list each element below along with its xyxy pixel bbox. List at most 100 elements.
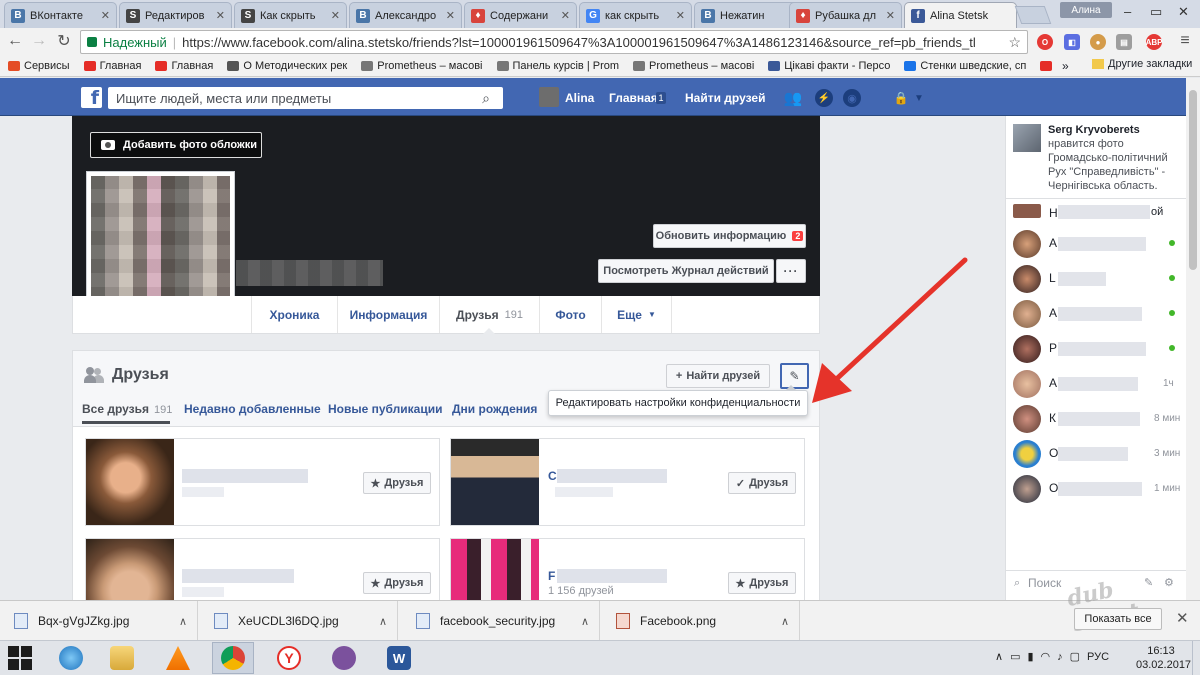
chat-contact[interactable]: Н ой	[1006, 202, 1186, 224]
avatar[interactable]	[1013, 124, 1041, 152]
taskbar-viber[interactable]	[323, 642, 365, 674]
friend-name-initial[interactable]: F	[548, 569, 555, 583]
taskbar-word[interactable]: W	[378, 642, 420, 674]
close-icon[interactable]: ✕	[216, 9, 225, 22]
download-item[interactable]: facebook_security.jpg ∧	[402, 601, 600, 641]
close-icon[interactable]: ✕	[561, 9, 570, 22]
browser-tab[interactable]: G как скрыть ✕	[579, 2, 692, 28]
bookmark-item[interactable]: О Методических рек	[227, 60, 347, 72]
taskbar-ie[interactable]	[50, 642, 92, 674]
forward-arrow-icon[interactable]: →	[30, 32, 48, 50]
chevron-up-icon[interactable]: ∧	[179, 615, 187, 628]
wifi-icon[interactable]: ◠	[1041, 650, 1051, 663]
friends-status-button[interactable]: ★ Друзья	[363, 472, 431, 494]
window-user-badge[interactable]: Алина	[1060, 2, 1112, 18]
tab-about[interactable]: Информация	[337, 296, 439, 333]
reload-icon[interactable]: ↻	[55, 32, 73, 50]
ticker-story[interactable]: Serg Kryvoberets нравится фото Громадськ…	[1048, 123, 1178, 193]
add-cover-photo-button[interactable]: Добавить фото обложки	[90, 132, 262, 158]
activity-log-button[interactable]: Посмотреть Журнал действий	[598, 259, 774, 283]
bookmark-item[interactable]	[1040, 61, 1053, 71]
tab-birthdays[interactable]: Дни рождения	[452, 402, 537, 416]
messenger-icon[interactable]: ⚡	[815, 89, 833, 107]
tab-recently-added[interactable]: Недавно добавленные	[184, 402, 321, 416]
tab-photos[interactable]: Фото	[539, 296, 601, 333]
friend-photo[interactable]	[86, 439, 174, 525]
privacy-shortcuts-icon[interactable]: 🔒	[892, 89, 910, 107]
browser-tab[interactable]: S Как скрыть ✕	[234, 2, 347, 28]
friends-status-button[interactable]: ★ Друзья	[728, 572, 796, 594]
bookmark-item[interactable]: Prometheus – масові	[361, 60, 483, 72]
search-icon[interactable]: ⌕	[472, 88, 500, 108]
bookmark-item[interactable]: Главная	[155, 60, 213, 72]
volume-icon[interactable]: ♪	[1057, 651, 1063, 663]
friend-name-initial[interactable]: С	[548, 469, 557, 483]
minimize-icon[interactable]: –	[1124, 4, 1131, 19]
bookmarks-more-button[interactable]: »	[1062, 59, 1069, 73]
taskbar-chrome[interactable]	[212, 642, 254, 674]
chevron-up-icon[interactable]: ∧	[995, 650, 1003, 663]
find-friends-link[interactable]: Найти друзей	[685, 91, 765, 105]
extension-icon[interactable]: ◧	[1064, 34, 1080, 50]
chevron-down-icon[interactable]: ▼	[910, 89, 928, 107]
browser-tab[interactable]: ♦ Содержани ✕	[464, 2, 577, 28]
browser-tab[interactable]: ♦ Рубашка дл ✕	[789, 2, 902, 28]
adblock-icon[interactable]: ABP	[1146, 34, 1162, 50]
cookie-icon[interactable]: ●	[1090, 34, 1106, 50]
chat-contact[interactable]: К 8 мин	[1006, 401, 1186, 435]
find-friends-button[interactable]: + Найти друзей	[666, 364, 770, 388]
close-icon[interactable]: ✕	[1176, 609, 1189, 627]
close-icon[interactable]: ✕	[101, 9, 110, 22]
download-item[interactable]: Facebook.png ∧	[602, 601, 800, 641]
page-scrollbar-thumb[interactable]	[1189, 90, 1197, 270]
taskbar-explorer[interactable]	[101, 642, 143, 674]
tab-all-friends[interactable]: Все друзья 191	[82, 402, 172, 416]
bookmark-star-icon[interactable]: ☆	[1008, 34, 1021, 51]
chevron-up-icon[interactable]: ∧	[581, 615, 589, 628]
avatar[interactable]	[539, 87, 559, 107]
back-arrow-icon[interactable]: ←	[6, 32, 24, 50]
home-link[interactable]: Главная	[609, 91, 658, 105]
taskbar-vlc[interactable]	[157, 642, 199, 674]
opera-icon[interactable]: O	[1037, 34, 1053, 50]
chat-contact[interactable]: О 3 мин	[1006, 436, 1186, 470]
show-desktop-button[interactable]	[1192, 641, 1200, 675]
chat-contact[interactable]: Р	[1006, 331, 1186, 365]
friend-requests-icon[interactable]: 👥	[784, 89, 803, 107]
show-all-downloads-button[interactable]: Показать все	[1074, 608, 1162, 630]
system-clock[interactable]: 16:13 03.02.2017	[1136, 644, 1191, 672]
bookmark-item[interactable]: Главная	[83, 60, 141, 72]
chat-contact[interactable]: L	[1006, 261, 1186, 295]
bookmark-item[interactable]: Prometheus – масові	[633, 60, 754, 72]
maximize-icon[interactable]: ▭	[1150, 4, 1162, 20]
browser-tab[interactable]: В ВКонтакте ✕	[4, 2, 117, 28]
browser-tab[interactable]: S Редактиров ✕	[119, 2, 232, 28]
bookmark-item[interactable]: Стенки шведские, сп	[904, 60, 1026, 72]
chevron-up-icon[interactable]: ∧	[379, 615, 387, 628]
close-icon[interactable]: ✕	[331, 9, 340, 22]
tab-more[interactable]: Еще ▼	[601, 296, 672, 333]
tab-timeline[interactable]: Хроника	[251, 296, 337, 333]
ticker-user-name[interactable]: Serg Kryvoberets	[1048, 123, 1178, 137]
friends-status-button[interactable]: ✓ Друзья	[728, 472, 796, 494]
tab-new-posts[interactable]: Новые публикации	[328, 402, 442, 416]
chat-contact[interactable]: А	[1006, 296, 1186, 330]
friends-status-button[interactable]: ★ Друзья	[363, 572, 431, 594]
extension-icon[interactable]: ▤	[1116, 34, 1132, 50]
gear-icon[interactable]: ⚙	[1164, 576, 1174, 589]
windows-start-icon[interactable]	[8, 646, 32, 670]
globe-icon[interactable]: ◉	[843, 89, 861, 107]
notification-icon[interactable]: ▢	[1070, 650, 1080, 663]
download-item[interactable]: XeUCDL3l6DQ.jpg ∧	[200, 601, 398, 641]
address-bar[interactable]: Надежный | https://www.facebook.com/alin…	[80, 30, 1028, 54]
keyboard-language[interactable]: РУС	[1087, 651, 1109, 663]
chat-contact[interactable]: О 1 мин	[1006, 471, 1186, 505]
other-bookmarks[interactable]: Другие закладки	[1092, 58, 1192, 70]
close-icon[interactable]: ✕	[446, 9, 455, 22]
close-window-icon[interactable]: ✕	[1178, 4, 1189, 20]
browser-tab-active[interactable]: f Alina Stetsk	[904, 2, 1017, 28]
chevron-up-icon[interactable]: ∧	[781, 615, 789, 628]
facebook-logo-icon[interactable]: f	[81, 87, 102, 108]
profile-link[interactable]: Alina	[565, 91, 594, 105]
bookmark-item[interactable]: Панель курсів | Prom	[496, 60, 619, 72]
